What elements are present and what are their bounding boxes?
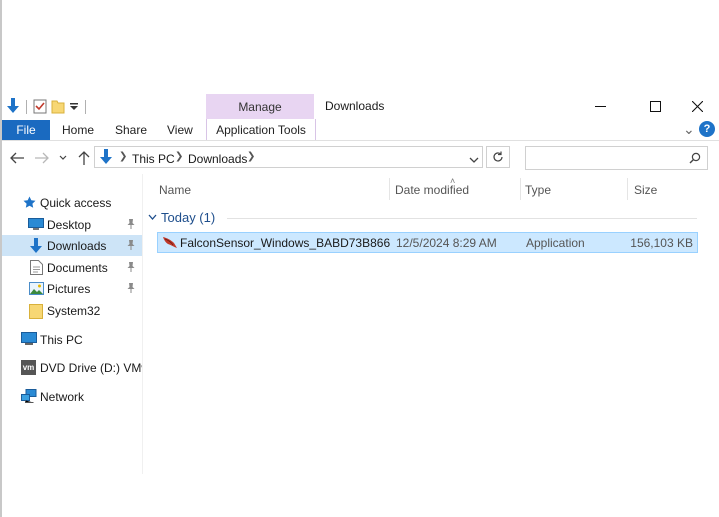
nav-label: Pictures — [47, 281, 91, 296]
nav-item-pictures[interactable]: Pictures — [2, 278, 142, 299]
nav-label: Downloads — [47, 238, 107, 253]
nav-label: System32 — [47, 303, 101, 318]
column-header-date-modified[interactable]: Date modified — [395, 183, 469, 197]
group-header-today[interactable]: Today (1) — [148, 210, 215, 225]
tab-file-label: File — [16, 123, 36, 137]
tab-home[interactable]: Home — [62, 123, 94, 137]
customize-toolbar-icon[interactable] — [69, 100, 79, 115]
nav-item-downloads[interactable]: Downloads — [2, 235, 142, 256]
expand-ribbon-chevron-icon[interactable]: ⌄ — [683, 121, 695, 138]
maximize-button[interactable] — [632, 94, 678, 118]
close-button[interactable] — [674, 94, 719, 118]
column-header-type[interactable]: Type — [525, 183, 551, 197]
star-icon — [23, 196, 36, 212]
pictures-icon — [29, 282, 44, 298]
nav-item-desktop[interactable]: Desktop — [2, 214, 142, 235]
column-header-name[interactable]: Name — [159, 183, 191, 197]
nav-label: DVD Drive (D:) VMwa — [40, 360, 142, 375]
nav-label: Documents — [47, 260, 108, 275]
file-name: FalconSensor_Windows_BABD73B866D04... — [180, 236, 390, 250]
refresh-button[interactable] — [486, 146, 510, 168]
pin-icon[interactable] — [126, 261, 136, 275]
nav-item-network[interactable]: Network — [2, 386, 142, 407]
search-icon — [689, 152, 701, 167]
properties-icon[interactable] — [33, 98, 47, 117]
file-size: 156,103 KB — [630, 236, 693, 250]
search-input[interactable] — [528, 149, 682, 167]
tab-file[interactable]: File — [2, 120, 50, 140]
back-button[interactable] — [8, 149, 26, 167]
address-bar[interactable]: ❯ This PC ❯ Downloads ❯ — [94, 146, 483, 168]
network-icon — [21, 389, 37, 406]
pane-divider[interactable] — [142, 174, 143, 474]
breadcrumb-separator-icon[interactable]: ❯ — [119, 151, 127, 162]
toolbar-divider — [26, 100, 27, 114]
window-title: Downloads — [325, 99, 385, 113]
search-box[interactable] — [525, 146, 708, 170]
quick-access-toolbar — [6, 96, 88, 118]
nav-item-quick-access[interactable]: Quick access — [2, 192, 142, 213]
manage-context-tab[interactable]: Manage — [206, 94, 314, 120]
up-button[interactable] — [75, 149, 93, 167]
falcon-app-icon — [162, 235, 178, 252]
breadcrumb-this-pc[interactable]: This PC — [132, 152, 175, 166]
manage-label: Manage — [238, 100, 282, 114]
column-divider[interactable] — [389, 178, 390, 200]
tab-application-tools[interactable]: Application Tools — [206, 119, 316, 140]
breadcrumb-separator-icon[interactable]: ❯ — [175, 151, 183, 162]
download-arrow-icon — [99, 149, 113, 168]
nav-item-documents[interactable]: Documents — [2, 257, 142, 278]
column-divider[interactable] — [520, 178, 521, 200]
download-arrow-icon — [6, 97, 20, 117]
nav-item-system32[interactable]: System32 — [2, 300, 142, 321]
new-folder-icon[interactable] — [51, 98, 65, 117]
title-bar: Manage Downloads — [2, 94, 719, 120]
pin-icon[interactable] — [126, 282, 136, 296]
document-icon — [30, 260, 43, 278]
group-divider — [227, 218, 697, 219]
breadcrumb-downloads[interactable]: Downloads — [188, 152, 247, 166]
toolbar-divider — [85, 100, 86, 114]
column-header-size[interactable]: Size — [634, 183, 657, 197]
collapse-chevron-icon — [148, 214, 157, 220]
pin-icon[interactable] — [126, 218, 136, 232]
file-explorer-window: Manage Downloads File Home Share View Ap… — [2, 94, 719, 517]
nav-item-this-pc[interactable]: This PC — [2, 329, 142, 350]
recent-locations-chevron-icon[interactable] — [58, 149, 68, 167]
file-type: Application — [526, 236, 585, 250]
column-divider[interactable] — [627, 178, 628, 200]
computer-icon — [21, 332, 37, 349]
group-label: Today (1) — [161, 210, 216, 225]
vm-drive-icon: vm — [21, 360, 36, 375]
file-row[interactable]: FalconSensor_Windows_BABD73B866D04... 12… — [157, 232, 698, 253]
tab-application-tools-label: Application Tools — [216, 122, 306, 137]
tab-view[interactable]: View — [167, 123, 193, 137]
file-date-modified: 12/5/2024 8:29 AM — [396, 236, 497, 250]
nav-label: This PC — [40, 332, 83, 347]
forward-button[interactable] — [33, 149, 51, 167]
ribbon-tab-bar: File Home Share View Application Tools ⌄… — [2, 119, 719, 140]
navigation-pane: Quick access Desktop Downloads Documents… — [2, 192, 142, 512]
breadcrumb-separator-icon[interactable]: ❯ — [247, 151, 255, 162]
refresh-icon — [493, 151, 503, 162]
nav-label: Quick access — [40, 195, 112, 210]
pin-icon[interactable] — [126, 239, 136, 253]
address-history-chevron-icon[interactable] — [469, 153, 479, 167]
minimize-button[interactable] — [577, 94, 623, 118]
folder-icon — [29, 303, 43, 322]
nav-item-dvd-drive[interactable]: vm DVD Drive (D:) VMwa — [2, 357, 142, 378]
nav-label: Desktop — [47, 217, 92, 232]
download-arrow-icon — [29, 238, 43, 257]
help-icon[interactable]: ? — [699, 121, 715, 137]
nav-label: Network — [40, 389, 85, 404]
desktop-icon — [28, 218, 44, 234]
tab-share[interactable]: Share — [115, 123, 147, 137]
ribbon-divider — [2, 140, 719, 141]
